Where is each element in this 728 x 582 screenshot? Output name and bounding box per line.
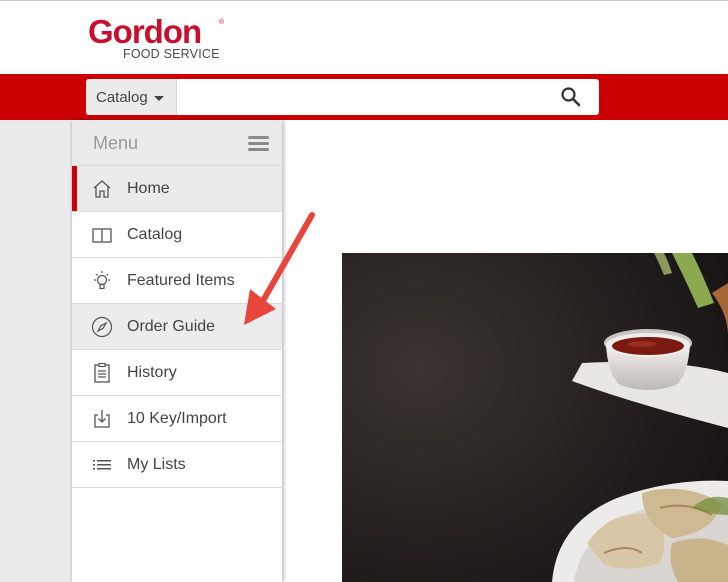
menu-item-label: Order Guide xyxy=(127,318,216,335)
side-menu: Menu Home Catalog Featured Items Order G… xyxy=(72,120,282,582)
menu-item-label: 10 Key/Import xyxy=(127,410,227,427)
compass-icon xyxy=(91,316,113,338)
page-background-left xyxy=(0,120,72,582)
search-icon xyxy=(561,87,581,107)
import-icon xyxy=(94,410,110,428)
search-button[interactable] xyxy=(559,85,583,109)
menu-item-history[interactable]: History xyxy=(72,350,282,396)
caret-down-icon xyxy=(153,95,164,101)
food-photo xyxy=(342,253,728,582)
search-group: Catalog xyxy=(86,79,599,115)
clipboard-icon xyxy=(94,362,110,383)
list-icon xyxy=(93,460,111,470)
menu-item-10-key-import[interactable]: 10 Key/Import xyxy=(72,396,282,442)
gordon-logo[interactable]: Gordon ® FOOD SERVICE xyxy=(88,15,228,63)
menu-item-label: Home xyxy=(127,180,170,197)
book-icon xyxy=(92,228,112,243)
site-header: Gordon ® FOOD SERVICE xyxy=(0,1,728,74)
menu-item-featured-items[interactable]: Featured Items xyxy=(72,258,282,304)
lightbulb-icon xyxy=(94,271,110,290)
menu-item-label: My Lists xyxy=(127,456,186,473)
menu-item-catalog[interactable]: Catalog xyxy=(72,212,282,258)
search-scope-dropdown[interactable]: Catalog xyxy=(86,79,177,115)
logo-registered-mark: ® xyxy=(219,19,225,26)
hero-food-image xyxy=(342,253,728,582)
menu-item-label: Catalog xyxy=(127,226,183,243)
home-icon xyxy=(93,180,111,198)
logo-tagline: FOOD SERVICE xyxy=(123,47,220,61)
menu-item-order-guide[interactable]: Order Guide xyxy=(72,304,282,350)
menu-item-home[interactable]: Home xyxy=(72,166,282,212)
menu-item-my-lists[interactable]: My Lists xyxy=(72,442,282,488)
search-scope-label: Catalog xyxy=(96,88,148,106)
menu-item-label: Featured Items xyxy=(127,272,235,289)
search-input[interactable] xyxy=(178,79,553,115)
menu-header: Menu xyxy=(72,120,282,166)
logo-wordmark: Gordon xyxy=(88,13,202,50)
menu-item-label: History xyxy=(127,364,177,381)
hamburger-icon[interactable] xyxy=(248,136,269,152)
menu-title: Menu xyxy=(93,133,139,153)
